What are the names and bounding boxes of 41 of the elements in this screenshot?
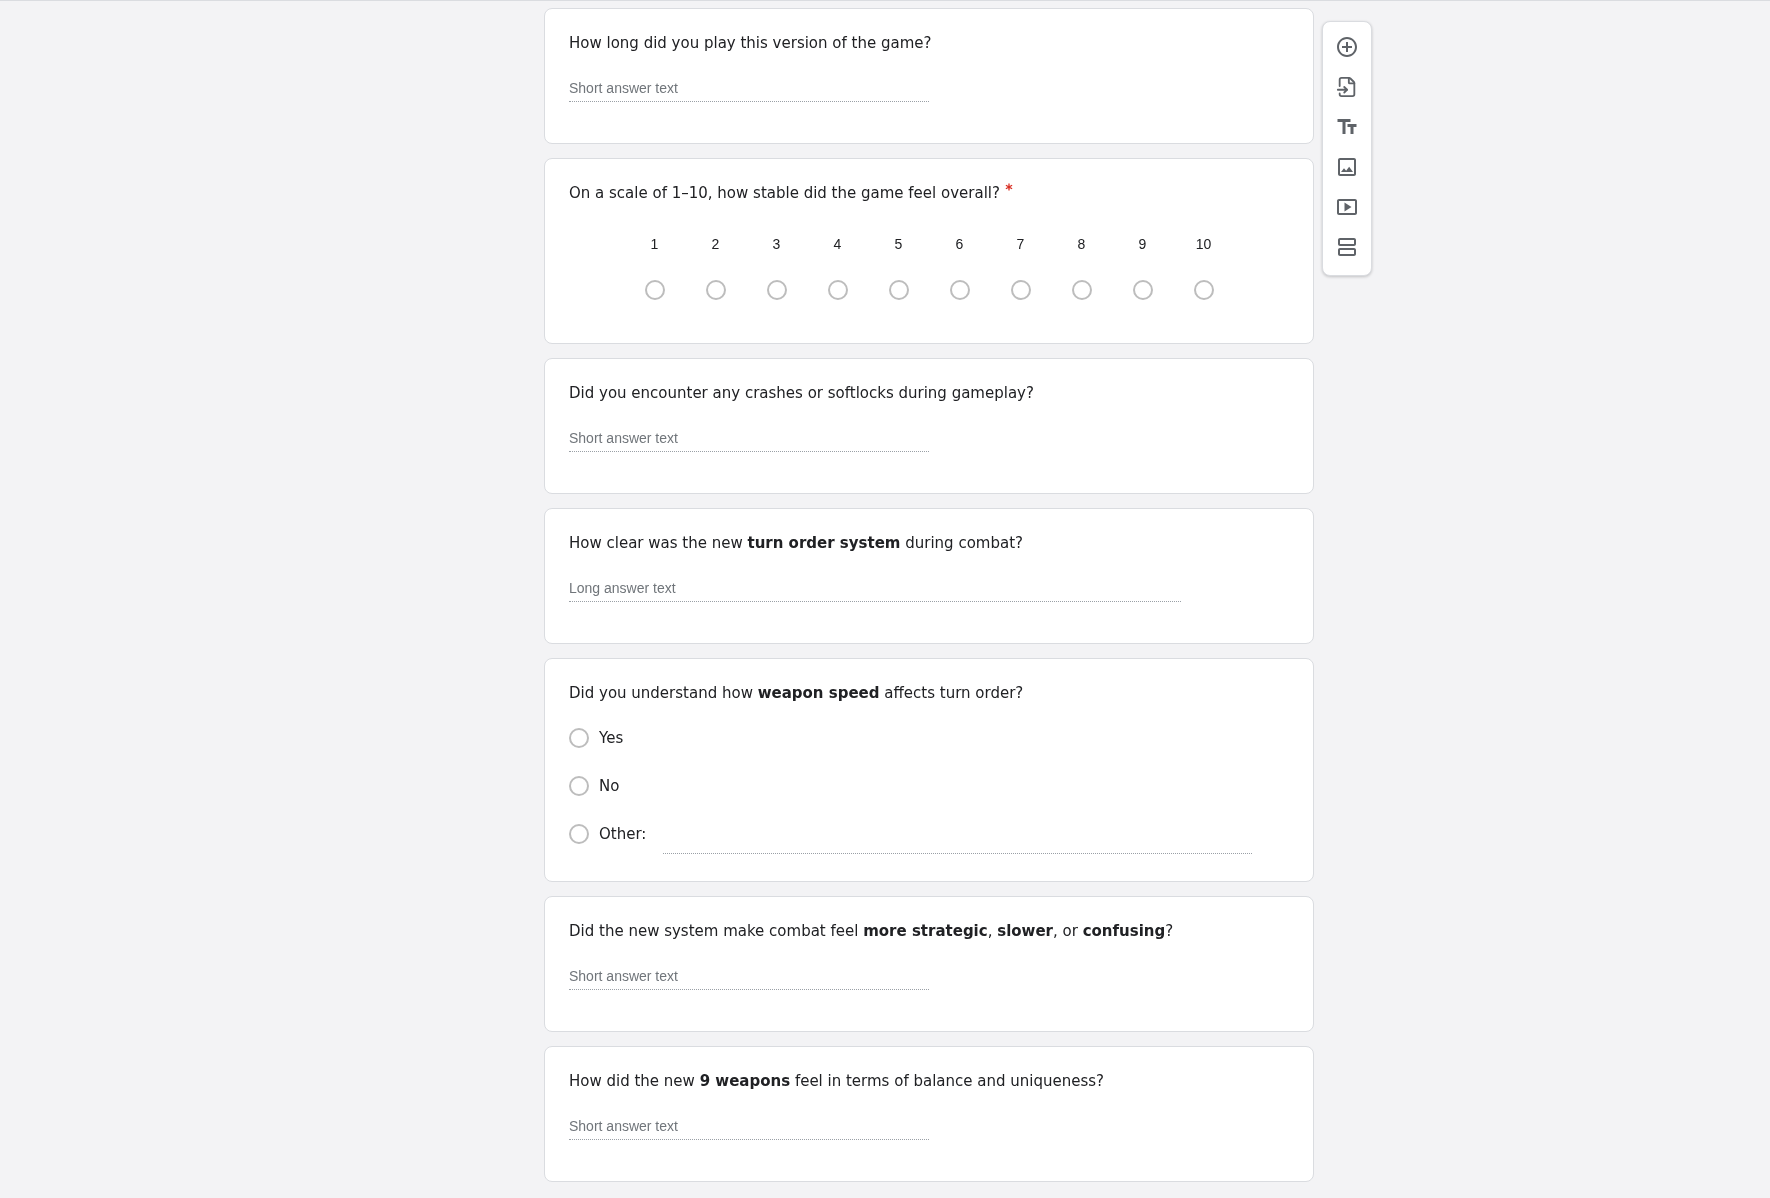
- scale-label: 8: [1077, 235, 1086, 254]
- radio-button[interactable]: [888, 280, 909, 300]
- question-title: How did the new 9 weapons feel in terms of balance and uniqueness?: [569, 1071, 1104, 1092]
- question-title: How long did you play this version of the game?: [569, 33, 932, 54]
- answer-field[interactable]: Short answer text: [569, 424, 929, 452]
- radio-button[interactable]: [705, 280, 726, 300]
- radio-button[interactable]: [1010, 280, 1031, 300]
- question-title: Did you understand how weapon speed affects turn order?: [569, 683, 1024, 704]
- radio-button[interactable]: [766, 280, 787, 300]
- answer-field[interactable]: Short answer text: [569, 962, 929, 990]
- radio-button[interactable]: [569, 824, 589, 844]
- question-title: On a scale of 1–10, how stable did the game feel overall?: [569, 183, 1000, 204]
- option-label: Other:: [599, 823, 647, 845]
- image-icon: [1335, 155, 1359, 179]
- radio-button[interactable]: [1132, 280, 1153, 300]
- answer-field[interactable]: Short answer text: [569, 1112, 929, 1140]
- scale-label: 9: [1138, 235, 1147, 254]
- file-arrow-icon: [1336, 76, 1358, 98]
- radio-button[interactable]: [1193, 280, 1214, 300]
- radio-button[interactable]: [1071, 280, 1092, 300]
- question-title: Did you encounter any crashes or softlocks during gameplay?: [569, 383, 1034, 404]
- scale-label: 2: [711, 235, 720, 254]
- scale-label: 3: [772, 235, 781, 254]
- radio-button[interactable]: [569, 728, 589, 748]
- scale-label: 10: [1195, 235, 1212, 254]
- scale-label: 7: [1016, 235, 1025, 254]
- option-label: No: [599, 775, 620, 797]
- scale-label: 6: [955, 235, 964, 254]
- radio-button[interactable]: [949, 280, 970, 300]
- radio-button[interactable]: [644, 280, 665, 300]
- scale-label: 1: [650, 235, 659, 254]
- question-title: Did the new system make combat feel more strategic, slower, or confusing?: [569, 921, 1174, 942]
- question-title: How clear was the new turn order system during combat?: [569, 533, 1023, 554]
- radio-button[interactable]: [569, 776, 589, 796]
- stacked-rows-icon: [1335, 235, 1359, 259]
- scale-label: 4: [833, 235, 842, 254]
- radio-button[interactable]: [827, 280, 848, 300]
- scale-label: 5: [894, 235, 903, 254]
- answer-field[interactable]: Short answer text: [569, 74, 929, 102]
- option-label: Yes: [599, 727, 624, 749]
- answer-field[interactable]: Long answer text: [569, 574, 1181, 602]
